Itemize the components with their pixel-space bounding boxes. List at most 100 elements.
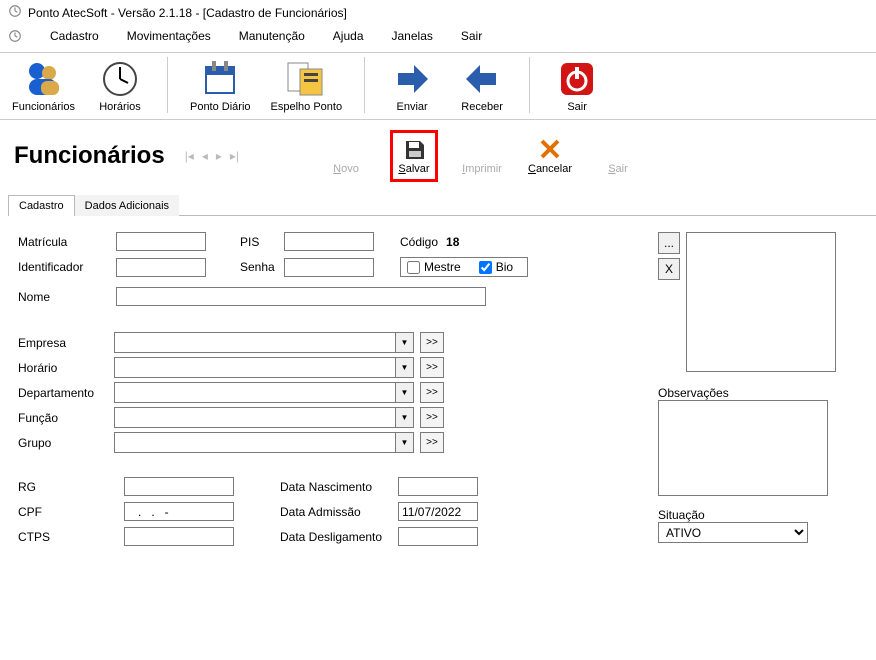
value-codigo: 18 <box>446 235 459 249</box>
nav-next-icon[interactable]: ▸ <box>216 149 222 163</box>
label-data-admissao: Data Admissão <box>280 505 390 519</box>
input-pis[interactable] <box>284 232 374 251</box>
combo-departamento[interactable]: ▼ <box>114 382 414 403</box>
photo-browse-button[interactable]: ... <box>658 232 680 254</box>
tool-sair[interactable]: Sair <box>552 59 602 113</box>
nav-first-icon[interactable]: |◂ <box>185 149 194 163</box>
toolbar-separator <box>364 57 365 113</box>
combo-grupo[interactable]: ▼ <box>114 432 414 453</box>
menu-movimentacoes[interactable]: Movimentações <box>127 29 211 46</box>
chevron-down-icon: ▼ <box>395 408 413 427</box>
label-data-nascimento: Data Nascimento <box>280 480 390 494</box>
chevron-down-icon: ▼ <box>395 358 413 377</box>
titlebar: Ponto AtecSoft - Versão 2.1.18 - [Cadast… <box>0 0 876 25</box>
textarea-observacoes[interactable] <box>658 400 828 496</box>
power-icon <box>555 59 599 99</box>
menu-sair[interactable]: Sair <box>461 29 482 46</box>
checkbox-mestre[interactable]: Mestre <box>407 260 461 274</box>
photo-clear-button[interactable]: X <box>658 258 680 280</box>
menubar: Cadastro Movimentações Manutenção Ajuda … <box>0 25 876 53</box>
input-data-admissao[interactable] <box>398 502 478 521</box>
label-grupo: Grupo <box>18 436 108 450</box>
save-icon <box>402 137 426 161</box>
arrow-left-icon <box>460 59 504 99</box>
menu-janelas[interactable]: Janelas <box>392 29 433 46</box>
go-departamento[interactable]: >> <box>420 382 444 403</box>
label-situacao: Situação <box>658 508 858 522</box>
nav-prev-icon[interactable]: ◂ <box>202 149 208 163</box>
label-departamento: Departamento <box>18 386 108 400</box>
people-icon <box>21 59 65 99</box>
cancel-icon <box>538 137 562 161</box>
checkbox-bio[interactable]: Bio <box>479 260 513 274</box>
record-nav-controls: |◂ ◂ ▸ ▸| <box>185 149 239 163</box>
combo-funcao[interactable]: ▼ <box>114 407 414 428</box>
toolbar-separator <box>529 57 530 113</box>
form-tabs: Cadastro Dados Adicionais <box>8 194 876 216</box>
nav-last-icon[interactable]: ▸| <box>230 149 239 163</box>
app-icon <box>8 4 22 21</box>
label-ctps: CTPS <box>18 530 58 544</box>
combo-empresa[interactable]: ▼ <box>114 332 414 353</box>
arrow-right-icon <box>390 59 434 99</box>
label-codigo: Código <box>400 235 438 249</box>
page-title: Funcionários <box>14 142 165 170</box>
label-cpf: CPF <box>18 505 58 519</box>
input-data-desligamento[interactable] <box>398 527 478 546</box>
input-matricula[interactable] <box>116 232 206 251</box>
label-pis: PIS <box>240 235 276 249</box>
exit-icon <box>606 137 630 161</box>
menu-cadastro[interactable]: Cadastro <box>50 29 99 46</box>
toolbar-separator <box>167 57 168 113</box>
action-salvar[interactable]: Salvar <box>390 130 438 182</box>
input-nome[interactable] <box>116 287 486 306</box>
input-senha[interactable] <box>284 258 374 277</box>
go-funcao[interactable]: >> <box>420 407 444 428</box>
go-empresa[interactable]: >> <box>420 332 444 353</box>
menu-ajuda[interactable]: Ajuda <box>333 29 364 46</box>
menu-manutencao[interactable]: Manutenção <box>239 29 305 46</box>
go-horario[interactable]: >> <box>420 357 444 378</box>
label-data-desligamento: Data Desligamento <box>280 530 390 544</box>
photo-placeholder <box>686 232 836 372</box>
input-identificador[interactable] <box>116 258 206 277</box>
label-senha: Senha <box>240 260 276 274</box>
tool-funcionarios[interactable]: Funcionários <box>12 59 75 113</box>
label-observacoes: Observações <box>658 386 858 400</box>
input-rg[interactable] <box>124 477 234 496</box>
go-grupo[interactable]: >> <box>420 432 444 453</box>
input-data-nascimento[interactable] <box>398 477 478 496</box>
tool-espelho-ponto[interactable]: Espelho Ponto <box>271 59 343 113</box>
chevron-down-icon: ▼ <box>395 383 413 402</box>
action-imprimir: Imprimir <box>458 137 506 175</box>
print-icon <box>470 137 494 161</box>
tab-dados-adicionais[interactable]: Dados Adicionais <box>75 195 179 216</box>
label-funcao: Função <box>18 411 108 425</box>
label-horario: Horário <box>18 361 108 375</box>
window-title: Ponto AtecSoft - Versão 2.1.18 - [Cadast… <box>28 6 347 20</box>
tool-ponto-diario[interactable]: Ponto Diário <box>190 59 251 113</box>
toolbar: Funcionários Horários Ponto Diário Espel… <box>0 53 876 120</box>
tool-receber[interactable]: Receber <box>457 59 507 113</box>
combo-horario[interactable]: ▼ <box>114 357 414 378</box>
label-identificador: Identificador <box>18 260 108 274</box>
label-empresa: Empresa <box>18 336 108 350</box>
label-rg: RG <box>18 480 58 494</box>
clock-large-icon <box>98 59 142 99</box>
report-icon <box>284 59 328 99</box>
tool-horarios[interactable]: Horários <box>95 59 145 113</box>
select-situacao[interactable]: ATIVO <box>658 522 808 543</box>
chevron-down-icon: ▼ <box>395 333 413 352</box>
label-nome: Nome <box>18 290 108 304</box>
action-novo: Novo <box>322 137 370 175</box>
input-cpf[interactable] <box>124 502 234 521</box>
action-sair: Sair <box>594 137 642 175</box>
tab-cadastro[interactable]: Cadastro <box>8 195 75 216</box>
action-cancelar[interactable]: Cancelar <box>526 137 574 175</box>
input-ctps[interactable] <box>124 527 234 546</box>
calendar-icon <box>198 59 242 99</box>
tool-enviar[interactable]: Enviar <box>387 59 437 113</box>
chevron-down-icon: ▼ <box>395 433 413 452</box>
clock-icon <box>8 29 22 46</box>
label-matricula: Matrícula <box>18 235 108 249</box>
